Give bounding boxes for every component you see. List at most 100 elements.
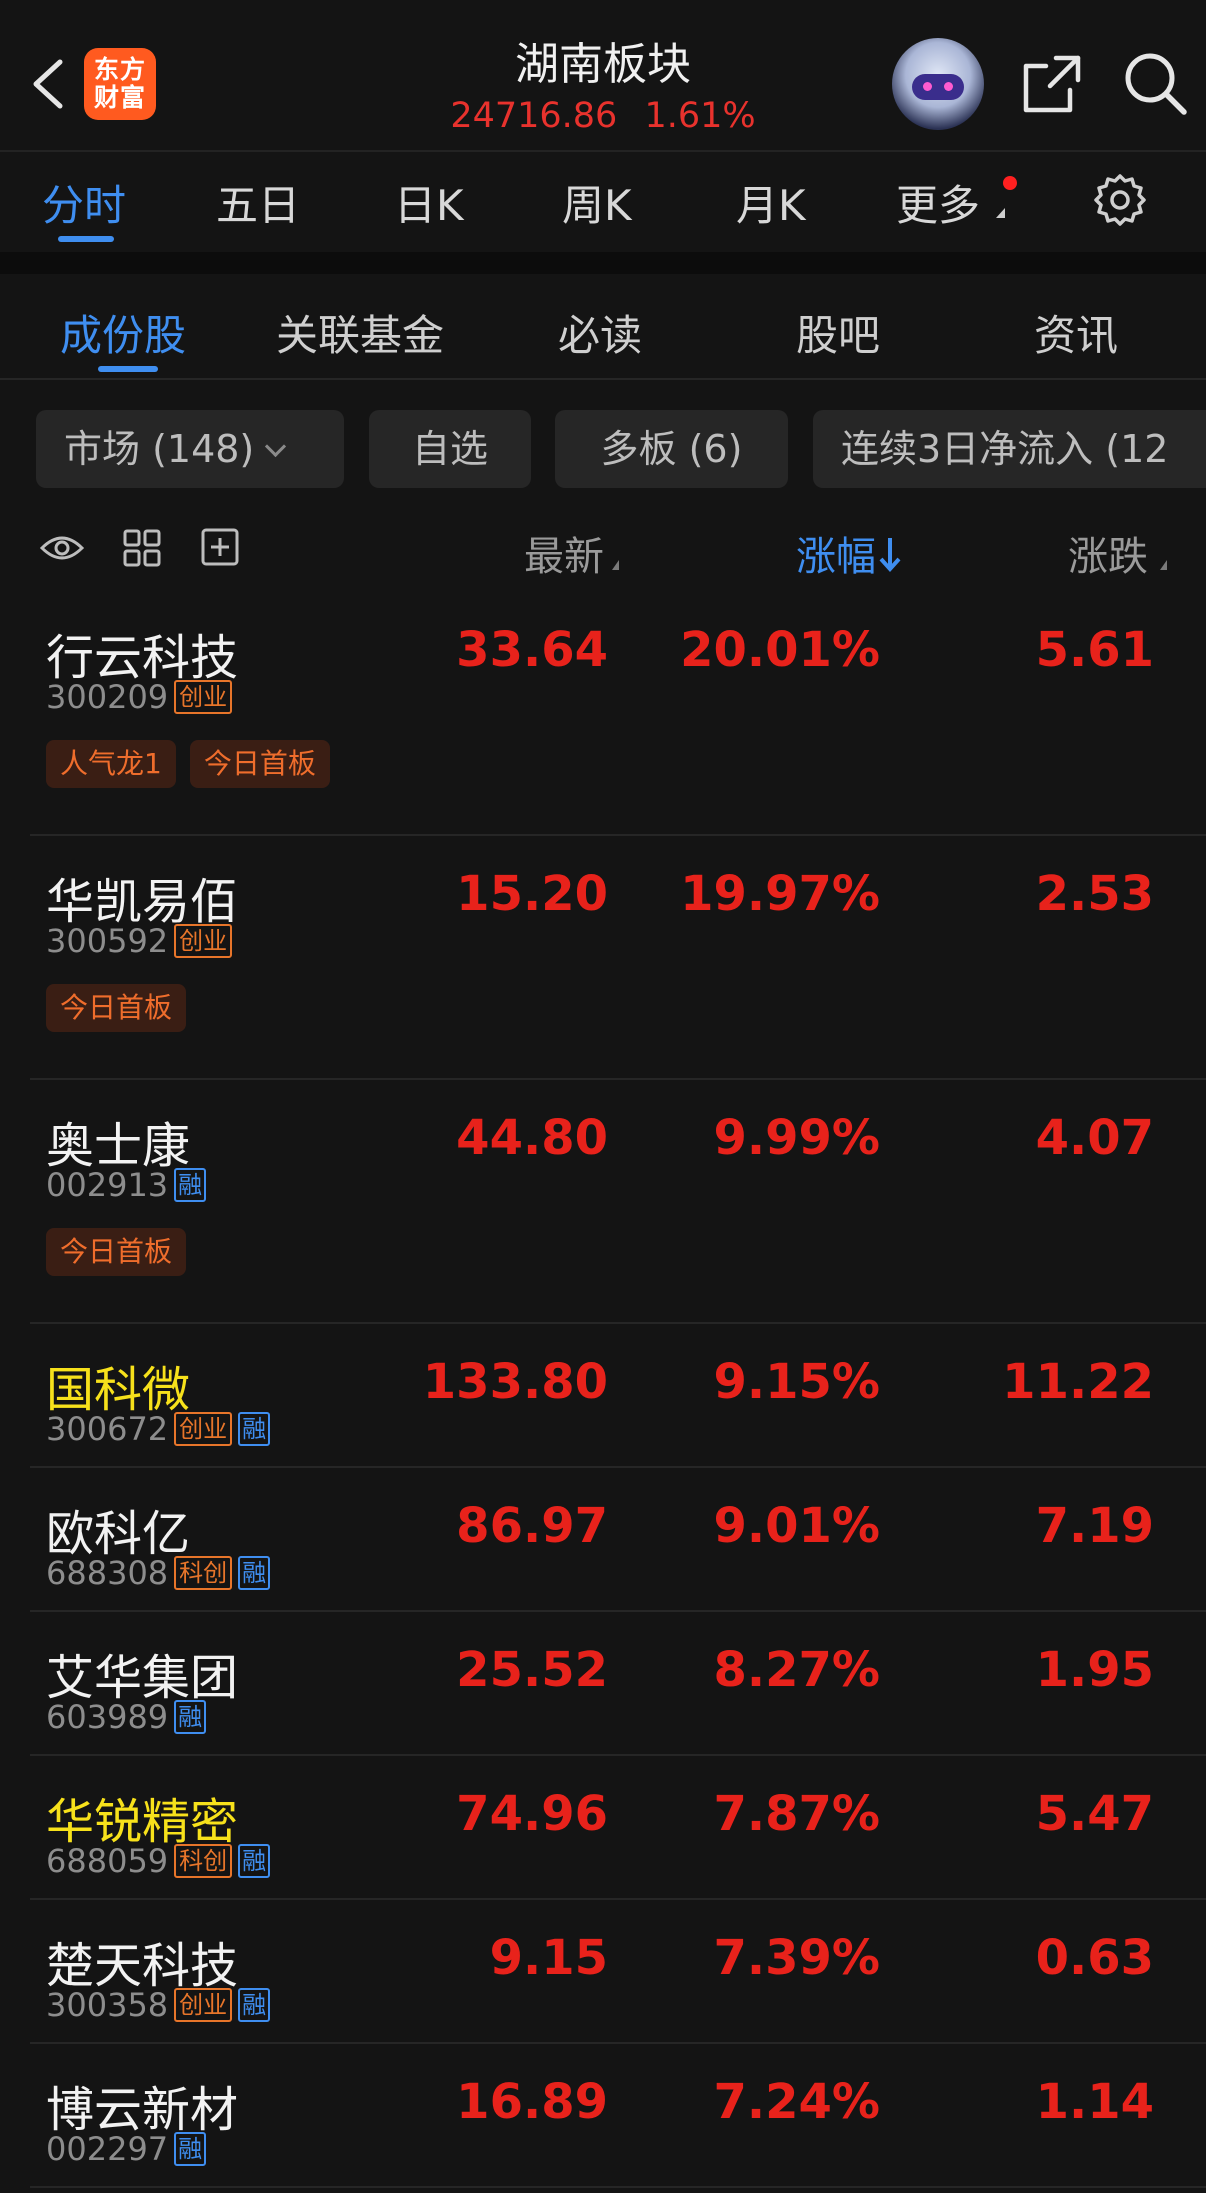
- stock-row[interactable]: 行云科技 300209 创业 33.64 20.01% 5.61 人气龙1 今日首板: [30, 590, 1206, 836]
- change-amount: 2.53: [1035, 866, 1154, 922]
- eye-icon[interactable]: [40, 528, 84, 568]
- column-header: 最新 涨幅 涨跌: [0, 510, 1206, 584]
- stock-code-line: 300592 创业: [46, 922, 233, 960]
- change-percent: 20.01%: [680, 622, 880, 678]
- tab-stock-forum[interactable]: 股吧: [796, 302, 880, 363]
- stock-row[interactable]: 华锐精密 688059 科创融 74.96 7.87% 5.47: [30, 1754, 1206, 1900]
- stock-code: 002297: [46, 2130, 169, 2168]
- sort-indicator-icon: [612, 560, 619, 570]
- tab-constituents[interactable]: 成份股: [60, 302, 186, 363]
- stock-tag[interactable]: 今日首板: [189, 740, 330, 788]
- active-tab-indicator: [98, 366, 158, 372]
- filter-net-inflow[interactable]: 连续3日净流入 (12: [813, 410, 1206, 488]
- stock-code: 300672: [46, 1410, 169, 1448]
- change-percent: 8.27%: [713, 1642, 880, 1698]
- tab-daily-k[interactable]: 日K: [394, 172, 464, 233]
- active-tab-indicator: [58, 236, 114, 242]
- board-badge: 创业: [174, 680, 233, 714]
- stock-tag[interactable]: 今日首板: [46, 984, 187, 1032]
- share-icon[interactable]: [1020, 52, 1084, 116]
- change-amount: 4.07: [1035, 1110, 1154, 1166]
- board-badge: 创业: [174, 924, 233, 958]
- index-value: 24716.86: [450, 96, 618, 136]
- stock-row[interactable]: 博云新材 002297 融 16.89 7.24% 1.14: [30, 2042, 1206, 2188]
- stock-row[interactable]: 国科微 300672 创业融 133.80 9.15% 11.22: [30, 1322, 1206, 1468]
- assistant-avatar-icon[interactable]: [892, 38, 984, 130]
- column-change-pct[interactable]: 涨幅: [796, 524, 904, 582]
- stock-code: 688308: [46, 1554, 169, 1592]
- top-nav-bar: 东方 财富 湖南板块 24716.86 1.61%: [0, 0, 1206, 152]
- change-amount: 11.22: [1002, 1354, 1154, 1410]
- search-icon[interactable]: [1122, 50, 1188, 116]
- filter-watchlist[interactable]: 自选: [369, 410, 531, 488]
- stock-row[interactable]: 奥士康 002913 融 44.80 9.99% 4.07 今日首板: [30, 1078, 1206, 1324]
- period-tab-bar: 分时 五日 日K 周K 月K 更多: [0, 152, 1206, 252]
- margin-badge: 融: [238, 1412, 271, 1446]
- stock-tag[interactable]: 人气龙1: [46, 740, 176, 788]
- change-percent: 9.99%: [713, 1110, 880, 1166]
- stock-code-line: 002913 融: [46, 1166, 207, 1204]
- change-percent: 9.01%: [713, 1498, 880, 1554]
- content-tab-bar: 成份股 关联基金 必读 股吧 资讯: [0, 274, 1206, 380]
- board-badge: 创业: [174, 1988, 233, 2022]
- add-column-icon[interactable]: [198, 528, 242, 568]
- change-percent: 7.24%: [713, 2074, 880, 2130]
- more-dropdown-icon: [996, 208, 1005, 218]
- tab-more[interactable]: 更多: [896, 172, 980, 233]
- tag-list: 人气龙1 今日首板: [46, 740, 344, 788]
- tab-intraday[interactable]: 分时: [42, 172, 126, 233]
- filter-multi-board[interactable]: 多板 (6): [555, 410, 788, 488]
- change-amount: 1.14: [1035, 2074, 1154, 2130]
- tab-five-day[interactable]: 五日: [216, 172, 300, 233]
- tab-must-read[interactable]: 必读: [558, 302, 642, 363]
- section-divider: [0, 252, 1206, 274]
- stock-row[interactable]: 欧科亿 688308 科创融 86.97 9.01% 7.19: [30, 1466, 1206, 1612]
- tab-monthly-k[interactable]: 月K: [736, 172, 806, 233]
- tab-news[interactable]: 资讯: [1034, 302, 1118, 363]
- margin-badge: 融: [238, 1556, 271, 1590]
- latest-price: 33.64: [456, 622, 608, 678]
- change-percent: 19.97%: [680, 866, 880, 922]
- stock-code: 300209: [46, 678, 169, 716]
- stock-code-line: 300358 创业融: [46, 1986, 271, 2024]
- stock-row[interactable]: 艾华集团 603989 融 25.52 8.27% 1.95: [30, 1610, 1206, 1756]
- change-amount: 7.19: [1035, 1498, 1154, 1554]
- stock-code: 300592: [46, 922, 169, 960]
- sort-desc-icon: [879, 538, 901, 572]
- latest-price: 9.15: [489, 1930, 608, 1986]
- filter-market[interactable]: 市场 (148): [36, 410, 344, 488]
- gear-icon[interactable]: [1092, 172, 1148, 228]
- change-amount: 1.95: [1035, 1642, 1154, 1698]
- margin-badge: 融: [174, 1700, 207, 1734]
- chevron-down-icon: [265, 435, 287, 458]
- stock-code: 300358: [46, 1986, 169, 2024]
- latest-price: 86.97: [456, 1498, 608, 1554]
- column-latest[interactable]: 最新: [524, 524, 604, 582]
- grid-layout-icon[interactable]: [120, 528, 164, 568]
- sort-indicator-icon: [1160, 560, 1167, 570]
- tab-related-funds[interactable]: 关联基金: [276, 302, 444, 363]
- stock-code: 603989: [46, 1698, 169, 1736]
- tag-list: 今日首板: [46, 984, 200, 1032]
- latest-price: 16.89: [456, 2074, 608, 2130]
- change-amount: 0.63: [1035, 1930, 1154, 1986]
- change-amount: 5.61: [1035, 622, 1154, 678]
- board-badge: 科创: [174, 1556, 233, 1590]
- latest-price: 44.80: [456, 1110, 608, 1166]
- stock-row[interactable]: 楚天科技 300358 创业融 9.15 7.39% 0.63: [30, 1898, 1206, 2044]
- change-percent: 7.87%: [713, 1786, 880, 1842]
- column-change[interactable]: 涨跌: [1068, 524, 1158, 582]
- stock-code-line: 688059 科创融: [46, 1842, 271, 1880]
- board-badge: 科创: [174, 1844, 233, 1878]
- stock-tag[interactable]: 今日首板: [46, 1228, 187, 1276]
- latest-price: 25.52: [456, 1642, 608, 1698]
- stock-code-line: 688308 科创融: [46, 1554, 271, 1592]
- margin-badge: 融: [238, 1844, 271, 1878]
- margin-badge: 融: [174, 2132, 207, 2166]
- tab-weekly-k[interactable]: 周K: [562, 172, 632, 233]
- stock-code: 688059: [46, 1842, 169, 1880]
- tag-list: 今日首板: [46, 1228, 200, 1276]
- stock-code-line: 300209 创业: [46, 678, 233, 716]
- stock-row[interactable]: 华凯易佰 300592 创业 15.20 19.97% 2.53 今日首板: [30, 834, 1206, 1080]
- latest-price: 133.80: [422, 1354, 608, 1410]
